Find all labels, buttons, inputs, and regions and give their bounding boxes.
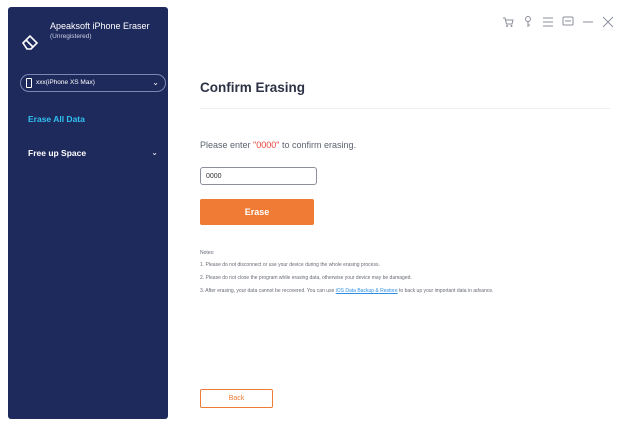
back-button[interactable]: Back	[200, 389, 273, 408]
note-text: 3. After erasing, your data cannot be re…	[200, 288, 336, 294]
prompt-text-before: Please enter	[200, 140, 254, 150]
divider	[200, 108, 610, 109]
sidebar-item-label: Erase All Data	[28, 114, 85, 124]
menu-icon[interactable]	[542, 15, 554, 29]
app-title: Apeaksoft iPhone Eraser	[50, 21, 150, 31]
app-window: Apeaksoft iPhone Eraser (Unregistered) x…	[0, 0, 634, 421]
brand: Apeaksoft iPhone Eraser (Unregistered)	[20, 19, 160, 55]
notes-title: Notes:	[200, 250, 215, 256]
note-text: to back up your important data in advanc…	[397, 288, 494, 294]
confirm-code-input[interactable]	[200, 167, 317, 185]
erase-button[interactable]: Erase	[200, 199, 314, 225]
chevron-down-icon: ⌄	[151, 148, 158, 157]
sidebar-item-erase-all-data[interactable]: Erase All Data	[28, 114, 85, 124]
app-name: Apeaksoft iPhone Eraser (Unregistered)	[50, 21, 150, 42]
notes: Notes: 1. Please do not disconnect or us…	[200, 250, 610, 301]
prompt-text-after: to confirm erasing.	[279, 140, 356, 150]
device-dropdown[interactable]: xxx(iPhone XS Max) ⌄	[20, 74, 166, 92]
close-icon[interactable]	[602, 15, 614, 29]
registration-status: (Unregistered)	[50, 33, 92, 40]
page-title: Confirm Erasing	[200, 80, 306, 95]
backup-restore-link[interactable]: iOS Data Backup & Restore	[336, 288, 398, 294]
device-name: xxx(iPhone XS Max)	[36, 79, 95, 86]
sidebar: Apeaksoft iPhone Eraser (Unregistered) x…	[8, 7, 168, 419]
cart-icon[interactable]	[502, 15, 514, 29]
chevron-down-icon: ⌄	[152, 78, 159, 87]
confirm-prompt: Please enter "0000" to confirm erasing.	[200, 140, 356, 150]
minimize-icon[interactable]	[582, 15, 594, 29]
sidebar-item-free-up-space[interactable]: Free up Space ⌄	[28, 148, 168, 158]
eraser-logo-icon	[21, 34, 39, 50]
confirm-code: "0000"	[253, 140, 280, 150]
window-controls	[502, 15, 622, 29]
sidebar-item-label: Free up Space	[28, 148, 87, 158]
note-item: 1. Please do not disconnect or use your …	[200, 262, 380, 268]
phone-icon	[26, 78, 32, 88]
note-item: 2. Please do not close the program while…	[200, 275, 412, 281]
note-item: 3. After erasing, your data cannot be re…	[200, 288, 610, 294]
key-icon[interactable]	[522, 15, 534, 29]
feedback-icon[interactable]	[562, 15, 574, 29]
